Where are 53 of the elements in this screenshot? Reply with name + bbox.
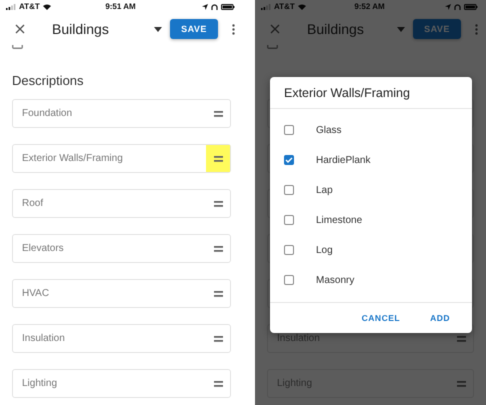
option-label[interactable]: Log bbox=[316, 244, 333, 256]
more-options-icon[interactable] bbox=[232, 24, 235, 34]
clock-text: 9:52 AM bbox=[354, 2, 385, 11]
option-label[interactable]: HardiePlank bbox=[316, 154, 370, 166]
description-field[interactable]: Insulation bbox=[12, 324, 231, 353]
cancel-button[interactable]: CANCEL bbox=[350, 309, 412, 327]
option-label[interactable]: Limestone bbox=[316, 214, 362, 226]
checkbox[interactable] bbox=[284, 125, 294, 135]
page-title: Buildings bbox=[307, 21, 365, 37]
battery-icon bbox=[464, 4, 478, 10]
description-field[interactable]: Elevators bbox=[12, 234, 231, 263]
carrier-text: AT&T bbox=[274, 2, 295, 11]
checkbox[interactable] bbox=[284, 275, 294, 285]
checkbox[interactable] bbox=[284, 185, 294, 195]
checkbox-icon[interactable] bbox=[12, 45, 23, 49]
option-label[interactable]: Masonry bbox=[316, 274, 354, 286]
checkbox-icon[interactable] bbox=[267, 45, 278, 49]
description-field[interactable]: Roof bbox=[12, 189, 231, 218]
section-heading: Descriptions bbox=[12, 73, 84, 88]
save-button[interactable]: SAVE bbox=[170, 19, 218, 39]
wifi-icon bbox=[42, 4, 51, 10]
description-field[interactable]: Exterior Walls/Framing bbox=[12, 144, 231, 173]
description-field[interactable]: Foundation bbox=[12, 99, 231, 128]
field-label: HVAC bbox=[22, 288, 50, 299]
headphones-icon bbox=[211, 4, 218, 10]
field-label: Exterior Walls/Framing bbox=[22, 153, 123, 164]
carrier-text: AT&T bbox=[19, 2, 40, 11]
clock-text: 9:51 AM bbox=[105, 2, 136, 11]
location-arrow-icon bbox=[445, 4, 452, 10]
drag-handle-icon[interactable] bbox=[206, 145, 230, 172]
checkbox[interactable] bbox=[284, 215, 294, 225]
field-label: Roof bbox=[22, 198, 44, 209]
field-label: Lighting bbox=[22, 378, 58, 389]
battery-icon bbox=[221, 4, 236, 10]
headphones-icon bbox=[454, 4, 462, 10]
signal-icon bbox=[6, 4, 16, 10]
option-label[interactable]: Lap bbox=[316, 184, 333, 196]
add-button[interactable]: ADD bbox=[418, 309, 462, 327]
dialog-title: Exterior Walls/Framing bbox=[284, 86, 410, 100]
location-arrow-icon bbox=[202, 4, 208, 10]
field-label: Insulation bbox=[22, 333, 65, 344]
wifi-icon bbox=[298, 4, 306, 10]
description-field[interactable]: Lighting bbox=[12, 369, 231, 398]
field-label: Elevators bbox=[22, 243, 64, 254]
checkbox[interactable] bbox=[284, 155, 294, 165]
dropdown-caret-icon[interactable] bbox=[154, 26, 162, 32]
field-label: Foundation bbox=[22, 108, 72, 119]
checkbox[interactable] bbox=[284, 245, 294, 255]
close-icon[interactable] bbox=[15, 24, 25, 34]
option-label[interactable]: Glass bbox=[316, 124, 342, 136]
page-title: Buildings bbox=[52, 21, 110, 37]
description-field[interactable]: HVAC bbox=[12, 279, 231, 308]
signal-icon bbox=[261, 4, 271, 10]
